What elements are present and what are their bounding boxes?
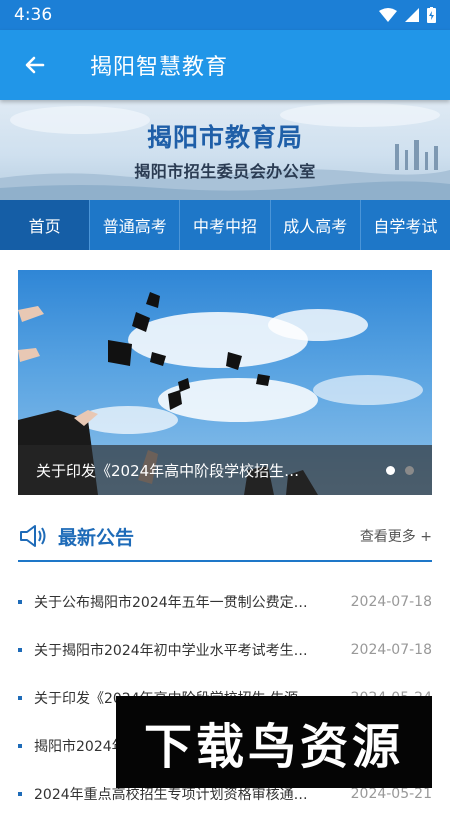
status-icons	[379, 7, 436, 23]
bullet-icon	[18, 648, 22, 652]
app-bar: 揭阳智慧教育	[0, 30, 450, 100]
carousel-dot-active[interactable]	[386, 465, 395, 475]
tab-self-study-exam[interactable]: 自学考试	[361, 200, 450, 250]
status-bar: 4:36	[0, 0, 450, 30]
list-item-title: 关于公布揭阳市2024年五年一贯制公费定…	[34, 595, 308, 611]
tab-home[interactable]: 首页	[0, 200, 91, 250]
bullet-icon	[18, 600, 22, 604]
bullet-icon	[18, 696, 22, 700]
list-item-date: 2024-07-18	[350, 642, 432, 658]
list-item[interactable]: 关于公布揭阳市2024年五年一贯制公费定… 2024-07-18	[18, 578, 432, 626]
header-banner: 揭阳市教育局 揭阳市招生委员会办公室	[0, 100, 450, 200]
bullet-icon	[18, 792, 22, 796]
list-item-title: 关于揭阳市2024年初中学业水平考试考生…	[34, 643, 308, 659]
list-item-date: 2024-07-18	[350, 594, 432, 610]
status-time: 4:36	[14, 5, 53, 25]
battery-charging-icon	[427, 7, 436, 23]
wifi-icon	[379, 8, 397, 22]
megaphone-icon	[20, 525, 46, 547]
app-title: 揭阳智慧教育	[90, 55, 229, 80]
bullet-icon	[18, 744, 22, 748]
announcements-header: 最新公告 查看更多 +	[18, 512, 432, 562]
carousel-caption[interactable]: 关于印发《2024年高中阶段学校招生…	[18, 445, 432, 495]
arrow-left-icon	[25, 56, 45, 74]
tab-adult-exam[interactable]: 成人高考	[271, 200, 361, 250]
cellular-signal-icon	[405, 8, 419, 22]
back-button[interactable]	[0, 30, 70, 100]
tab-zhongkao[interactable]: 中考中招	[180, 200, 271, 250]
carousel-caption-text: 关于印发《2024年高中阶段学校招生…	[36, 461, 300, 480]
announcements-title: 最新公告	[58, 526, 135, 549]
banner-title: 揭阳市教育局	[146, 123, 303, 152]
watermark-overlay: 下载鸟资源	[116, 696, 432, 788]
carousel-dot[interactable]	[405, 465, 414, 475]
tab-gaokao[interactable]: 普通高考	[90, 200, 181, 250]
category-nav: 首页 普通高考 中考中招 成人高考 自学考试	[0, 200, 450, 250]
banner-subtitle: 揭阳市招生委员会办公室	[134, 162, 316, 181]
image-carousel[interactable]: 关于印发《2024年高中阶段学校招生…	[18, 270, 432, 495]
list-item[interactable]: 关于揭阳市2024年初中学业水平考试考生… 2024-07-18	[18, 626, 432, 674]
view-more-link[interactable]: 查看更多 +	[360, 526, 432, 546]
carousel-indicator	[386, 465, 414, 475]
